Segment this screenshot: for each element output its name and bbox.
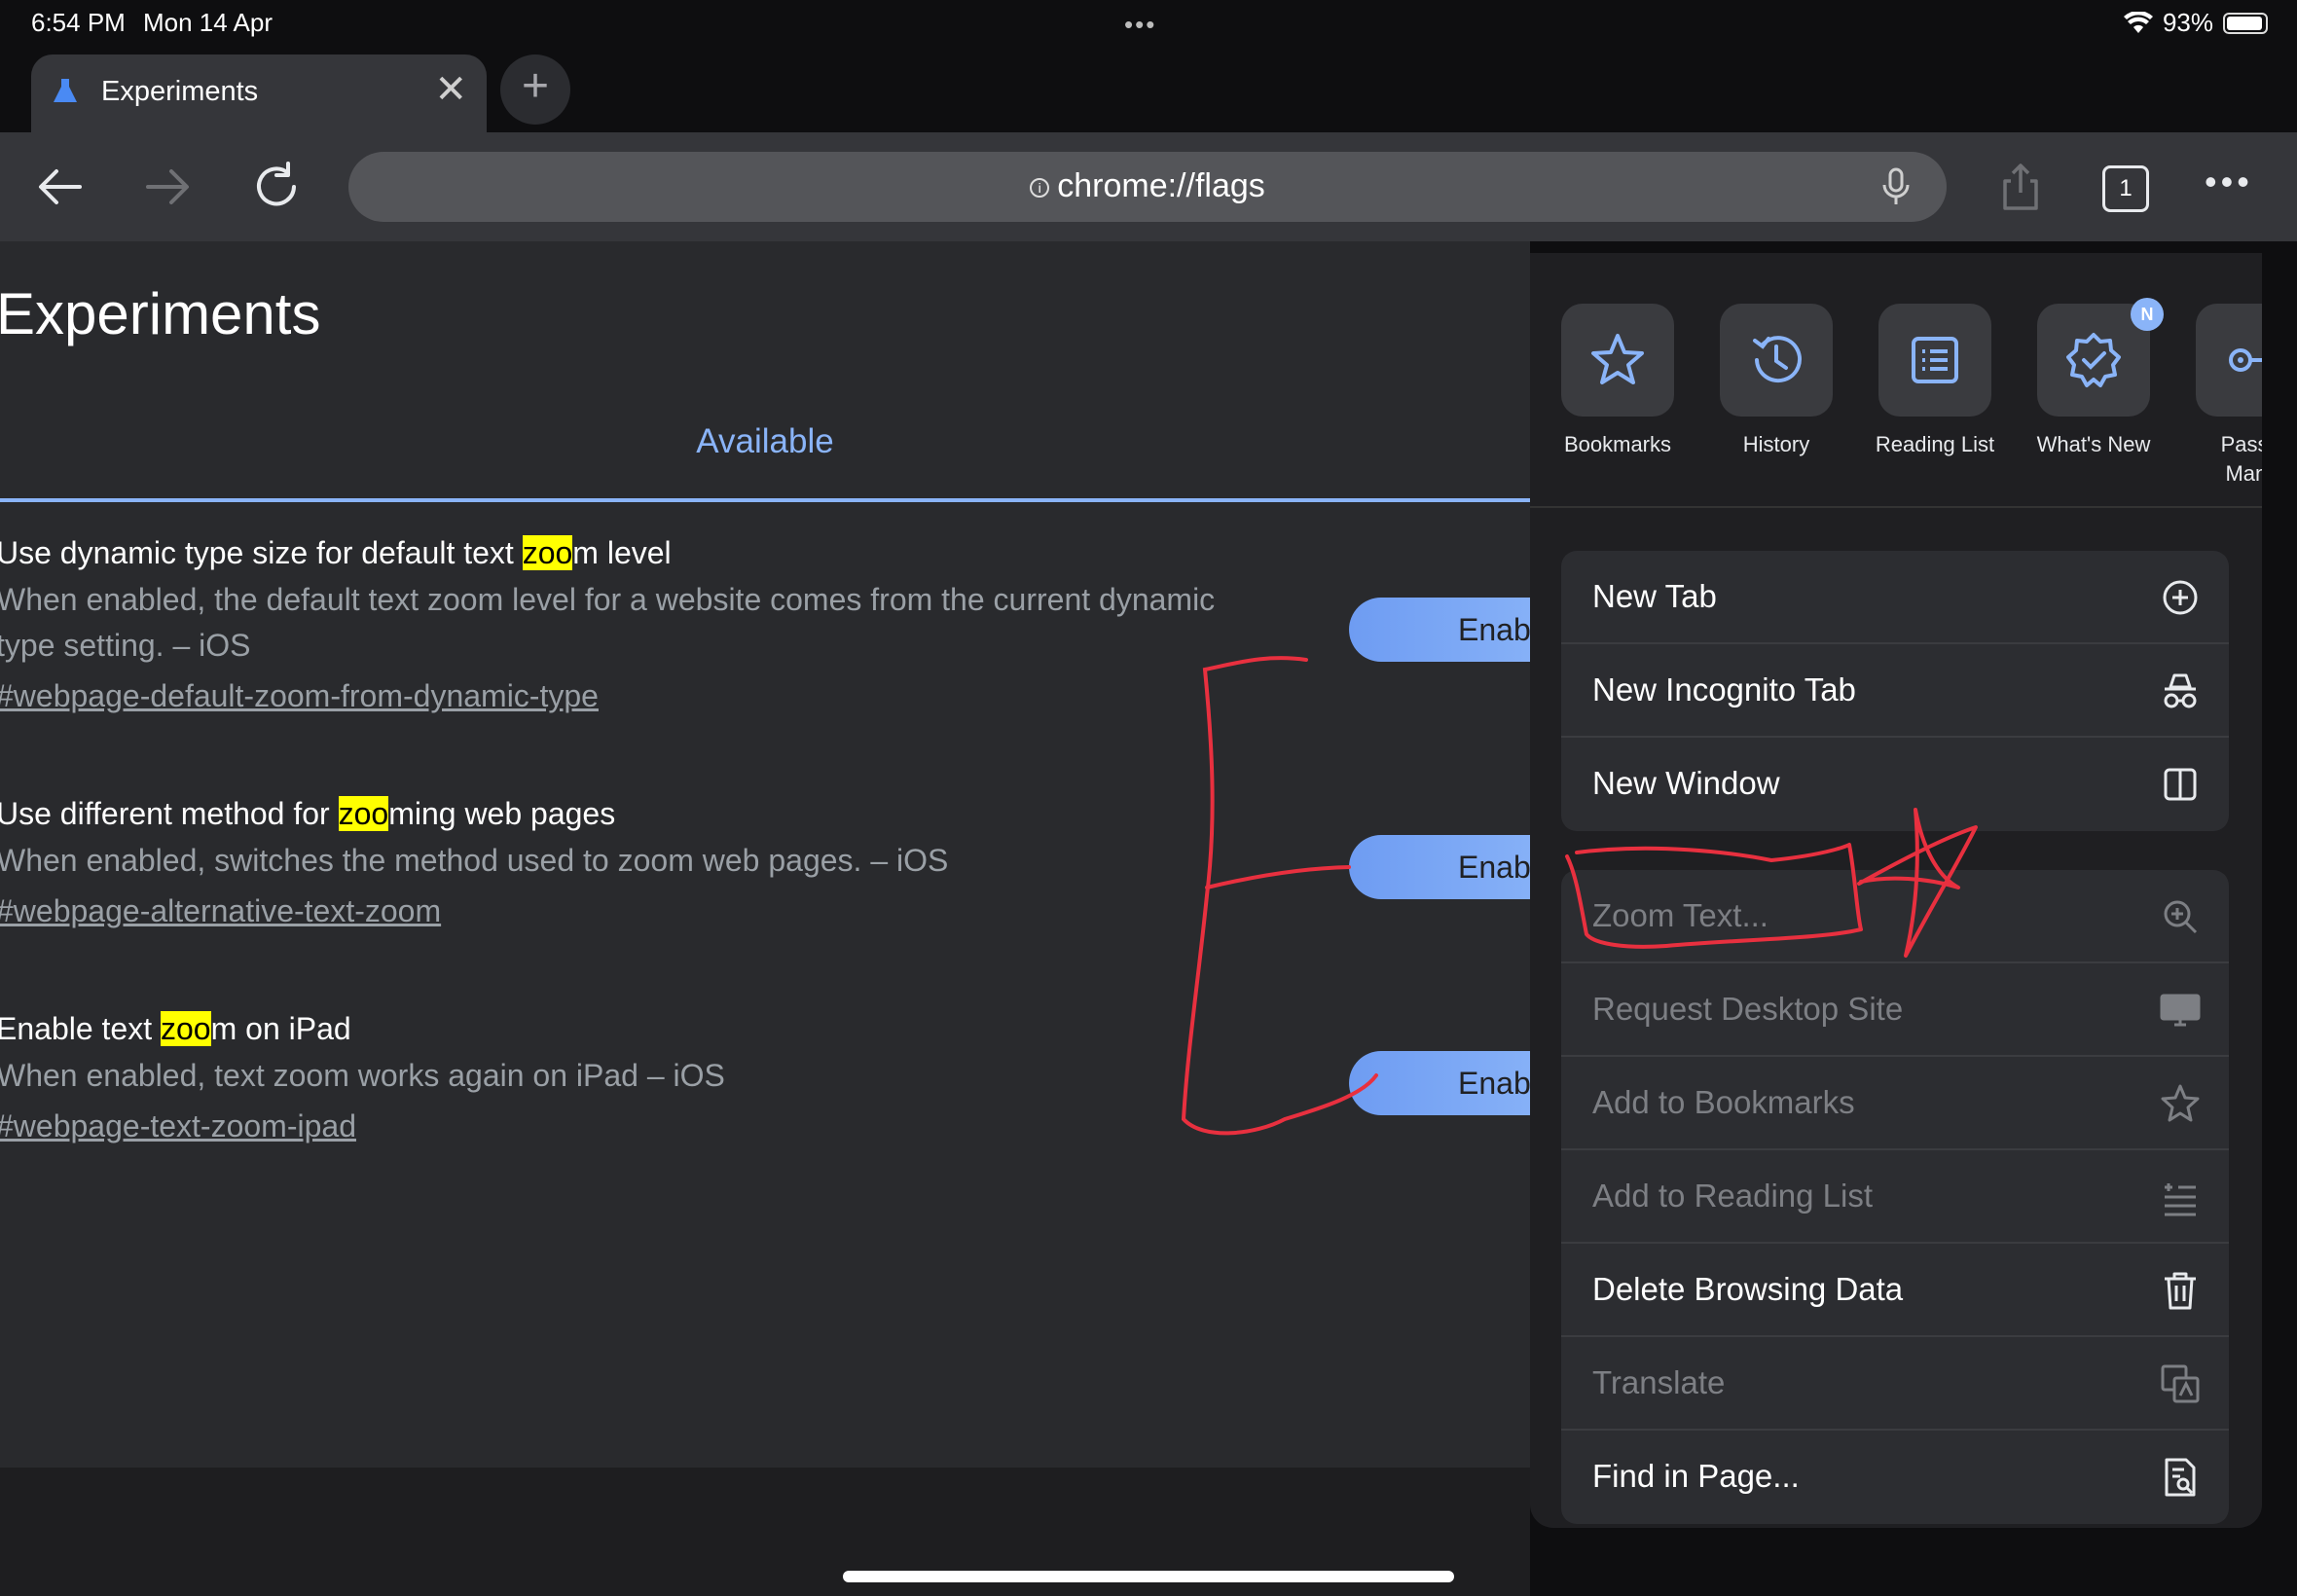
plus-circle-icon (2163, 580, 2198, 615)
menu-item-request-desktop-site[interactable]: Request Desktop Site (1561, 963, 2229, 1057)
menu-item-new-incognito-tab[interactable]: New Incognito Tab (1561, 644, 2229, 738)
quick-action-label: History (1742, 432, 1810, 456)
omnibox[interactable]: i chrome://flags (348, 152, 1947, 222)
wifi-icon (2123, 11, 2153, 33)
reload-icon[interactable] (249, 160, 304, 214)
quick-action-label: Bookmarks (1563, 432, 1672, 456)
flag-link[interactable]: #webpage-default-zoom-from-dynamic-type (0, 678, 1281, 714)
tab-available[interactable]: Available (0, 422, 1530, 461)
menu-item-add-to-bookmarks[interactable]: Add to Bookmarks (1561, 1057, 2229, 1150)
flag-entry: Use dynamic type size for default text z… (0, 535, 1281, 714)
menu-item-label: Request Desktop Site (1592, 991, 1904, 1027)
quick-actions-row: Bookmarks History Reading List N What's … (1530, 253, 2262, 508)
flag-entry: Use different method for zooming web pag… (0, 796, 1281, 929)
menu-item-translate[interactable]: Translate (1561, 1337, 2229, 1431)
find-in-page-icon (2165, 1458, 2196, 1497)
menu-group-tabs: New Tab New Incognito Tab New Window (1561, 551, 2229, 831)
menu-item-new-tab[interactable]: New Tab (1561, 551, 2229, 644)
menu-item-label: Zoom Text... (1592, 897, 1768, 933)
flag-state-select[interactable]: Enab (1349, 1051, 1530, 1115)
flag-title: Use different method for zooming web pag… (0, 796, 616, 831)
whats-new-icon (2066, 333, 2121, 387)
quick-action-label: What's New (2036, 432, 2151, 456)
reading-list-button[interactable]: Reading List (1852, 304, 2018, 459)
menu-item-new-window[interactable]: New Window (1561, 738, 2229, 831)
menu-item-delete-browsing-data[interactable]: Delete Browsing Data (1561, 1244, 2229, 1337)
overflow-menu: Bookmarks History Reading List N What's … (1530, 253, 2262, 1528)
toolbar: i chrome://flags 1 ••• (0, 132, 2297, 241)
bookmarks-button[interactable]: Bookmarks (1535, 304, 1700, 459)
menu-item-label: Find in Page... (1592, 1458, 1800, 1494)
tab-switcher-button[interactable]: 1 (2102, 165, 2149, 212)
menu-item-label: New Window (1592, 765, 1780, 801)
search-highlight: zoo (338, 796, 389, 831)
menu-item-zoom-text[interactable]: Zoom Text... (1561, 870, 2229, 963)
menu-item-label: New Incognito Tab (1592, 671, 1856, 707)
new-tab-button[interactable]: + (500, 54, 570, 125)
menu-item-label: Delete Browsing Data (1592, 1271, 1904, 1307)
zoom-in-icon (2164, 900, 2198, 934)
search-highlight: zoo (522, 535, 573, 570)
status-time: 6:54 PM (31, 8, 126, 37)
flask-icon (54, 79, 77, 102)
menu-item-label: Translate (1592, 1364, 1726, 1400)
multitasking-dots-icon[interactable]: ••• (1124, 10, 1156, 40)
flag-title: Use dynamic type size for default text z… (0, 535, 672, 570)
password-manager-icon (2229, 348, 2262, 372)
flags-page: Experiments Available Use dynamic type s… (0, 241, 1530, 1468)
menu-item-add-to-reading-list[interactable]: Add to Reading List (1561, 1150, 2229, 1244)
flag-entry: Enable text zoom on iPad When enabled, t… (0, 1011, 1281, 1144)
desktop-icon (2160, 994, 2201, 1027)
status-bar: 6:54 PM Mon 14 Apr ••• 93% (0, 0, 2297, 47)
close-icon[interactable]: ✕ (434, 70, 467, 109)
password-manager-button[interactable]: Passw Mana (2169, 304, 2262, 489)
battery-percent: 93% (2162, 8, 2213, 37)
status-indicators: 93% (2123, 8, 2268, 38)
menu-item-label: Add to Reading List (1592, 1178, 1874, 1214)
menu-item-find-in-page[interactable]: Find in Page... (1561, 1431, 2229, 1524)
trash-icon (2165, 1272, 2196, 1310)
translate-icon (2161, 1364, 2200, 1403)
tab-underline (0, 498, 1530, 502)
microphone-icon[interactable] (1875, 165, 1917, 208)
omnibox-url: chrome://flags (1057, 167, 1265, 204)
more-options-icon[interactable]: ••• (2205, 162, 2253, 202)
flag-state-select[interactable]: Enab (1349, 598, 1530, 662)
tab-title: Experiments (101, 76, 259, 107)
history-icon (1753, 336, 1802, 383)
page-title: Experiments (0, 281, 321, 346)
tab-strip: Experiments ✕ + (0, 47, 2297, 132)
tab-experiments[interactable]: Experiments ✕ (31, 54, 487, 132)
add-reading-list-icon (2165, 1183, 2196, 1216)
flag-link[interactable]: #webpage-alternative-text-zoom (0, 893, 1281, 929)
home-indicator[interactable] (843, 1571, 1454, 1582)
flag-link[interactable]: #webpage-text-zoom-ipad (0, 1108, 1281, 1144)
new-badge: N (2131, 298, 2164, 331)
menu-group-page: Zoom Text... Request Desktop Site Add to… (1561, 870, 2229, 1524)
menu-item-label: Add to Bookmarks (1592, 1084, 1855, 1120)
share-icon[interactable] (1993, 160, 2048, 214)
star-outline-icon (2161, 1084, 2200, 1122)
history-button[interactable]: History (1694, 304, 1859, 459)
quick-action-label: Reading List (1875, 432, 1995, 456)
reading-list-icon (1912, 337, 1958, 383)
star-icon (1591, 334, 1644, 384)
battery-icon (2223, 12, 2268, 34)
flag-description: When enabled, switches the method used t… (0, 843, 949, 878)
quick-action-label: Passw Mana (2220, 432, 2262, 486)
flag-state-select[interactable]: Enab (1349, 835, 1530, 899)
flag-description: When enabled, text zoom works again on i… (0, 1058, 725, 1093)
status-date: Mon 14 Apr (143, 8, 273, 37)
menu-item-label: New Tab (1592, 578, 1717, 614)
window-icon (2164, 768, 2197, 801)
info-icon[interactable]: i (1030, 178, 1050, 198)
forward-arrow-icon[interactable] (140, 160, 195, 214)
search-highlight: zoo (161, 1011, 211, 1046)
incognito-icon (2164, 673, 2197, 708)
back-arrow-icon[interactable] (33, 160, 88, 214)
flag-title: Enable text zoom on iPad (0, 1011, 351, 1046)
whats-new-button[interactable]: N What's New (2011, 298, 2176, 459)
flag-description: When enabled, the default text zoom leve… (0, 582, 1216, 663)
